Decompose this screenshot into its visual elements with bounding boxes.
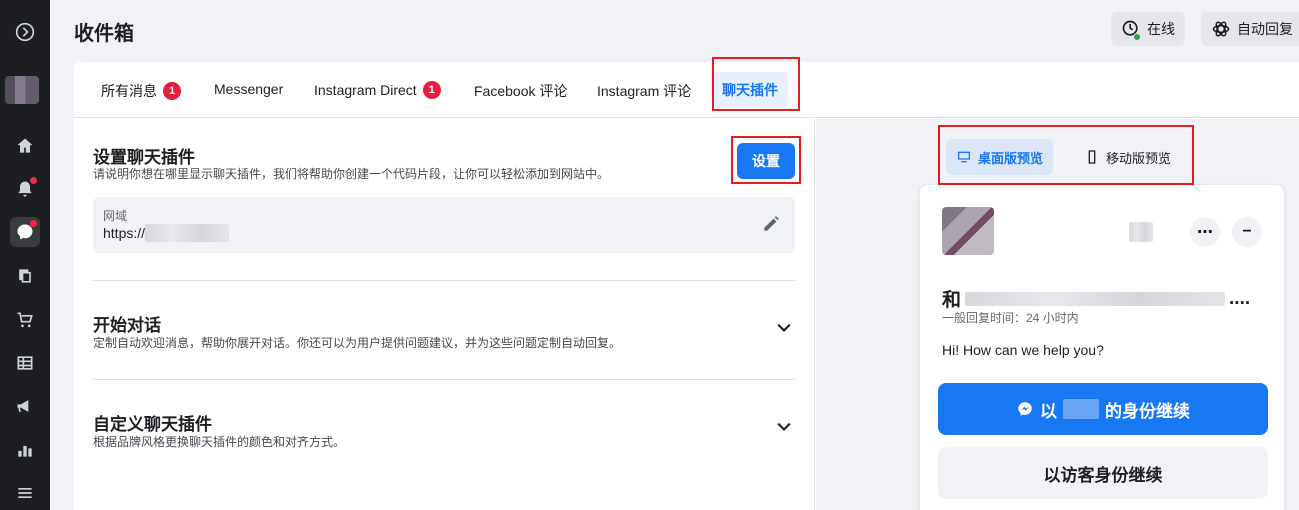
messenger-icon: [1018, 402, 1032, 416]
home-icon[interactable]: [10, 131, 40, 161]
expand-icon[interactable]: [1126, 217, 1156, 247]
tab-instagram-direct[interactable]: Instagram Direct 1: [314, 81, 441, 99]
tab-label: 所有消息: [101, 83, 157, 99]
preview-panel: 桌面版预览 移动版预览 ⋯ − 和 .... 一般回复时间：24 小时内 Hi!…: [816, 119, 1299, 510]
desktop-preview-label: 桌面版预览: [978, 150, 1044, 166]
shopping-cart-icon[interactable]: [10, 305, 40, 335]
more-options-icon[interactable]: ⋯: [1190, 217, 1220, 247]
settings-panel: 设置聊天插件 请说明你想在哪里显示聊天插件，我们将帮助你创建一个代码片段，让你可…: [74, 119, 815, 510]
setup-button[interactable]: 设置: [737, 143, 795, 179]
online-dot: [1133, 33, 1141, 41]
start-conversation-desc: 定制自动欢迎消息，帮助你展开对话。你还可以为用户提供问题建议，并为这些问题定制自…: [93, 336, 622, 350]
megaphone-icon[interactable]: [10, 391, 40, 421]
reply-time: 一般回复时间：24 小时内: [942, 311, 1079, 325]
left-nav-rail: [0, 0, 50, 510]
customize-plugin-desc: 根据品牌风格更换聊天插件的颜色和对齐方式。: [93, 435, 346, 449]
page-logo: [942, 207, 994, 255]
auto-reply-label: 自动回复: [1237, 21, 1293, 37]
mobile-phone-icon: [1088, 150, 1096, 164]
customize-plugin-title: 自定义聊天插件: [93, 415, 212, 434]
auto-reply-button[interactable]: 自动回复: [1201, 12, 1299, 46]
inbox-tabs: 所有消息 1 Messenger Instagram Direct 1 Face…: [74, 62, 1299, 118]
online-status-label: 在线: [1147, 21, 1175, 37]
redacted-blur: [1063, 399, 1099, 419]
notification-bell-icon[interactable]: [10, 174, 40, 204]
edit-pencil-icon[interactable]: [761, 214, 781, 234]
tab-messenger[interactable]: Messenger: [214, 81, 283, 97]
unread-badge: 1: [163, 82, 181, 100]
unread-badge: 1: [422, 81, 441, 99]
desktop-preview-button[interactable]: 桌面版预览: [946, 139, 1054, 175]
section-divider: [93, 379, 795, 380]
redacted-blur: [145, 224, 230, 242]
bar-chart-icon[interactable]: [10, 435, 40, 465]
meta-logo-icon[interactable]: [10, 17, 40, 47]
greeting-message: Hi! How can we help you?: [942, 342, 1104, 358]
menu-icon[interactable]: [10, 478, 40, 508]
continue-as-guest-button[interactable]: 以访客身份继续: [938, 447, 1268, 499]
continue-as-page-button[interactable]: 以的身份继续: [938, 383, 1268, 435]
inbox-chat-icon[interactable]: [10, 217, 40, 247]
chevron-down-icon[interactable]: [774, 318, 794, 338]
tab-facebook-comments[interactable]: Facebook 评论: [474, 81, 567, 101]
tab-label: Facebook 评论: [474, 83, 568, 99]
tab-label: Messenger: [214, 81, 284, 97]
page-name: 和 ....: [942, 287, 1251, 312]
domain-label: 网域: [103, 209, 128, 223]
setup-section-desc: 请说明你想在哪里显示聊天插件，我们将帮助你创建一个代码片段，让你可以轻松添加到网…: [93, 167, 610, 181]
domain-field[interactable]: 网域 https://: [93, 197, 795, 253]
atom-icon: [1212, 21, 1230, 37]
chevron-down-icon[interactable]: [774, 417, 794, 437]
domain-value: https://: [103, 224, 230, 242]
page-title: 收件箱: [74, 23, 134, 45]
minimize-icon[interactable]: −: [1232, 217, 1262, 247]
mobile-preview-button[interactable]: 移动版预览: [1074, 139, 1181, 175]
table-grid-icon[interactable]: [10, 348, 40, 378]
tab-instagram-comments[interactable]: Instagram 评论: [597, 81, 691, 101]
online-status-button[interactable]: 在线: [1111, 12, 1185, 46]
tab-chat-plugin[interactable]: 聊天插件: [712, 72, 788, 108]
start-conversation-title: 开始对话: [93, 316, 161, 335]
chat-plugin-widget: ⋯ − 和 .... 一般回复时间：24 小时内 Hi! How can we …: [920, 185, 1284, 510]
tab-label: Instagram 评论: [597, 83, 692, 99]
tab-label: Instagram Direct: [314, 82, 417, 98]
content-pages-icon[interactable]: [10, 261, 40, 291]
mobile-preview-label: 移动版预览: [1106, 150, 1172, 166]
tab-label: 聊天插件: [722, 82, 778, 98]
section-divider: [93, 280, 795, 281]
desktop-monitor-icon: [958, 151, 970, 163]
redacted-blur: [965, 291, 1226, 306]
inbox-card: 所有消息 1 Messenger Instagram Direct 1 Face…: [74, 57, 1299, 510]
page-avatar[interactable]: [5, 76, 39, 104]
tab-all-messages[interactable]: 所有消息 1: [101, 81, 181, 101]
